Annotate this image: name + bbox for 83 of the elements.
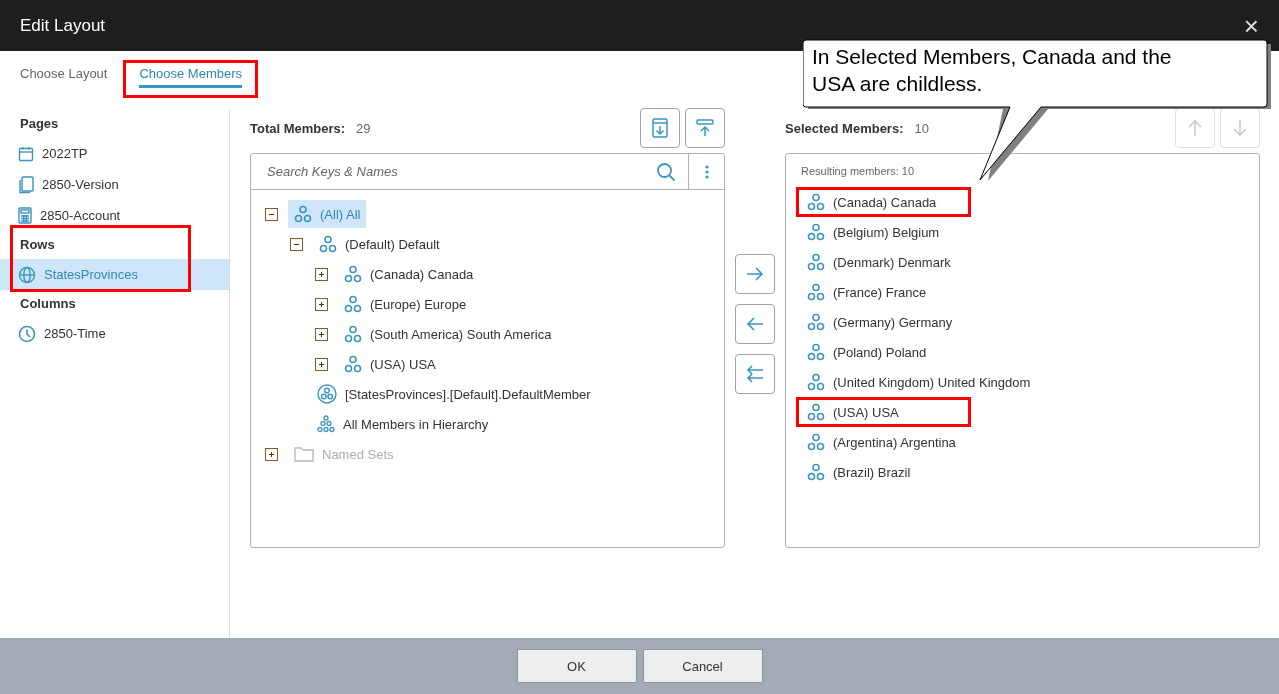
export-button[interactable]: [685, 108, 725, 148]
ok-button[interactable]: OK: [516, 649, 637, 683]
selected-members-count: 10: [914, 120, 929, 136]
hierarchy-icon: [807, 193, 825, 211]
remove-button[interactable]: [735, 304, 775, 344]
cancel-button[interactable]: Cancel: [642, 649, 763, 683]
expand-toggle[interactable]: [315, 327, 328, 341]
calculator-icon: [18, 207, 32, 224]
selected-member-item[interactable]: (Germany) Germany: [796, 307, 971, 337]
selected-member-item[interactable]: (Canada) Canada: [796, 187, 971, 217]
collapse-toggle[interactable]: [265, 207, 278, 221]
hierarchy-circle-icon: [317, 384, 337, 404]
sidebar-item[interactable]: 2850-Version: [0, 169, 229, 200]
sidebar-item[interactable]: 2850-Account: [0, 200, 229, 231]
section-heading: Rows: [19, 236, 56, 254]
tree-item[interactable]: (Canada) Canada: [338, 260, 480, 288]
section-heading: Pages: [19, 115, 60, 133]
hierarchy-icon: [317, 415, 335, 433]
tree-item[interactable]: (USA) USA: [338, 350, 442, 378]
total-members-count: 29: [356, 120, 371, 136]
tree-item[interactable]: All Members in Hierarchy: [311, 410, 495, 438]
selected-member-item[interactable]: (Brazil) Brazil: [796, 457, 971, 487]
hierarchy-icon: [807, 373, 825, 391]
tree-item[interactable]: (South America) South America: [338, 320, 558, 348]
download-icon: [652, 118, 668, 138]
hierarchy-icon: [294, 205, 312, 223]
move-up-button[interactable]: [1175, 108, 1215, 148]
tree-item[interactable]: [StatesProvinces].[Default].DefaultMember: [311, 380, 597, 408]
hierarchy-icon: [344, 325, 362, 343]
down-arrow-icon: [1233, 119, 1247, 137]
add-button[interactable]: [735, 254, 775, 294]
selected-member-item[interactable]: (USA) USA: [796, 397, 971, 427]
selected-member-item[interactable]: (Poland) Poland: [796, 337, 971, 367]
collapse-toggle[interactable]: [290, 237, 303, 251]
total-members-label: Total Members:: [250, 120, 346, 136]
remove-all-button[interactable]: [735, 354, 775, 394]
selected-member-item[interactable]: (United Kingdom) United Kingdom: [796, 367, 1042, 397]
upload-icon: [696, 119, 714, 137]
sidebar-item[interactable]: 2850-Time: [0, 318, 229, 349]
expand-toggle[interactable]: [315, 297, 328, 311]
pages-icon: [18, 175, 34, 194]
hierarchy-icon: [344, 295, 362, 313]
hierarchy-icon: [344, 265, 362, 283]
hierarchy-icon: [807, 223, 825, 241]
search-icon: [656, 161, 676, 182]
up-arrow-icon: [1188, 119, 1202, 137]
folder-icon: [294, 446, 314, 462]
expand-toggle[interactable]: [315, 357, 328, 371]
hierarchy-icon: [344, 355, 362, 373]
resulting-members-count: Resulting members: 10: [800, 164, 916, 179]
hierarchy-icon: [807, 253, 825, 271]
section-heading: Columns: [19, 295, 77, 313]
tree-item[interactable]: (Default) Default: [313, 230, 446, 258]
import-button[interactable]: [640, 108, 680, 148]
hierarchy-icon: [807, 433, 825, 451]
close-button[interactable]: ×: [1243, 12, 1259, 39]
tab[interactable]: Choose Members: [139, 64, 243, 88]
right-arrow-icon: [746, 267, 764, 281]
calendar-icon: [18, 145, 34, 162]
hierarchy-icon: [319, 235, 337, 253]
selected-member-item[interactable]: (Belgium) Belgium: [796, 217, 971, 247]
hierarchy-icon: [807, 343, 825, 361]
tab[interactable]: Choose Layout: [20, 64, 108, 88]
double-left-arrow-icon: [746, 365, 764, 383]
search-field[interactable]: Search Keys & Names: [265, 163, 656, 180]
window-title: Edit Layout: [20, 15, 107, 36]
selected-members-label: Selected Members:: [785, 120, 904, 136]
selected-member-item[interactable]: (Argentina) Argentina: [796, 427, 971, 457]
selected-member-item[interactable]: (Denmark) Denmark: [796, 247, 971, 277]
clock-icon: [18, 324, 36, 343]
tree-item[interactable]: (Europe) Europe: [338, 290, 473, 318]
sidebar-item[interactable]: 2022TP: [0, 138, 229, 169]
hierarchy-icon: [807, 283, 825, 301]
expand-toggle[interactable]: [315, 267, 328, 281]
left-arrow-icon: [746, 317, 764, 331]
hierarchy-icon: [807, 403, 825, 421]
more-icon: [704, 164, 709, 179]
hierarchy-icon: [807, 313, 825, 331]
globe-icon: [18, 265, 36, 284]
callout-text: In Selected Members, Canada and the USA are childless.: [812, 44, 1173, 97]
move-down-button[interactable]: [1220, 108, 1260, 148]
hierarchy-icon: [807, 463, 825, 481]
selected-member-item[interactable]: (France) France: [796, 277, 971, 307]
